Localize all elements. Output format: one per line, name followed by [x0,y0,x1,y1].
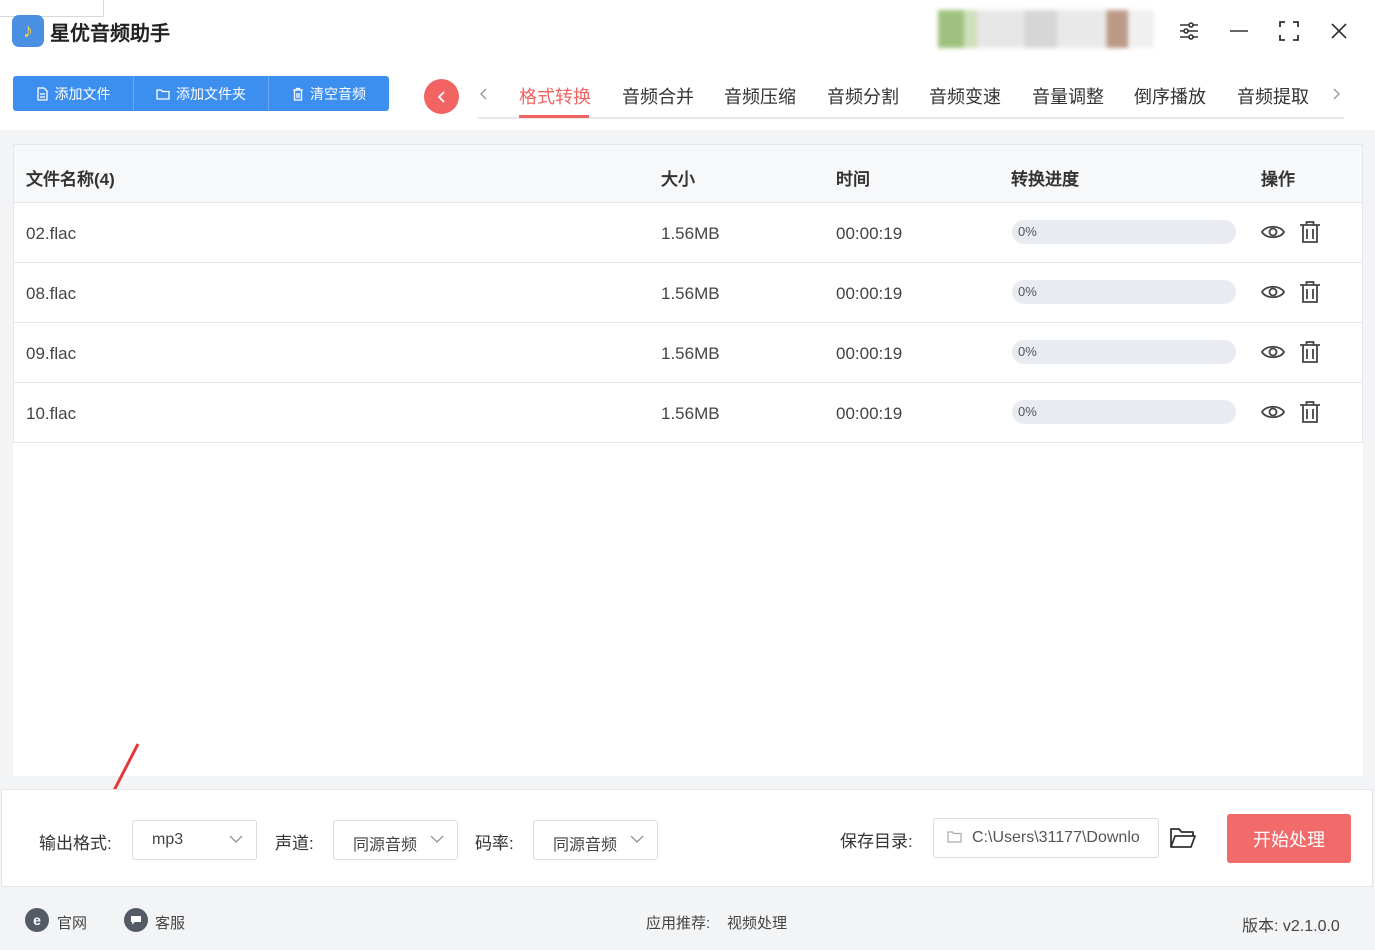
output-format-label: 输出格式: [39,834,112,853]
chevron-down-icon [429,829,445,854]
add-file-label: 添加文件 [54,85,111,102]
output-format-select[interactable]: mp3 [132,820,257,860]
output-settings-panel: 输出格式: mp3 声道: 同源音频 码率: 同源音频 保存目录: C:\Use… [1,789,1373,887]
chevron-down-icon [629,829,645,854]
tab-volume-adjust[interactable]: 音量调整 [1032,83,1104,109]
channel-value: 同源音频 [353,837,418,854]
app-logo-icon: ♪ [12,15,44,47]
progress-text: 0% [1018,404,1037,419]
table-row[interactable]: 08.flac 1.56MB 00:00:19 0% [13,263,1363,323]
file-toolbar: 添加文件 添加文件夹 清空音频 [13,76,389,111]
chevron-left-icon [437,90,445,103]
bitrate-label: 码率: [475,834,514,853]
file-duration: 00:00:19 [836,284,903,303]
bitrate-select[interactable]: 同源音频 [533,820,658,860]
header-progress: 转换进度 [1011,170,1079,189]
file-name: 10.flac [26,404,77,423]
progress-text: 0% [1018,224,1037,239]
clear-audio-button[interactable]: 清空音频 [269,76,389,111]
preview-eye-icon[interactable] [1260,279,1286,305]
channel-select[interactable]: 同源音频 [333,820,458,860]
header-action: 操作 [1261,170,1295,189]
table-header: 文件名称(4) 大小 时间 转换进度 操作 [13,144,1363,203]
preview-eye-icon[interactable] [1260,399,1286,425]
table-row[interactable]: 09.flac 1.56MB 00:00:19 0% [13,323,1363,383]
tab-audio-extract[interactable]: 音频提取 [1237,83,1309,109]
tab-audio-merge[interactable]: 音频合并 [622,83,694,109]
customer-service-link[interactable]: 客服 [155,912,185,933]
footer-bar: e 官网 客服 应用推荐: 视频处理 版本: v2.1.0.0 [0,892,1375,950]
add-file-button[interactable]: 添加文件 [13,76,134,111]
file-table: 文件名称(4) 大小 时间 转换进度 操作 02.flac 1.56MB 00:… [13,144,1363,776]
file-size: 1.56MB [661,224,720,243]
delete-trash-icon[interactable] [1297,279,1323,305]
progress-bar: 0% [1012,400,1236,424]
version-text: 版本: v2.1.0.0 [1242,918,1340,935]
feature-tabs: 格式转换 音频合并 音频压缩 音频分割 音频变速 音量调整 倒序播放 音频提取 [478,78,1344,119]
top-bar: ♪ 星优音频助手 添加文件 添加文件夹 清空音频 格式转换 音频合并 音频压缩 … [0,0,1375,130]
file-name: 08.flac [26,284,77,303]
save-dir-label: 保存目录: [840,832,913,851]
app-title: 星优音频助手 [50,23,170,45]
clear-audio-label: 清空音频 [310,85,366,102]
recommend-label: 应用推荐: [646,915,711,932]
channel-label: 声道: [275,834,314,853]
website-e-icon[interactable]: e [25,908,49,932]
tab-reverse-play[interactable]: 倒序播放 [1134,83,1206,109]
trash-icon [293,87,303,101]
file-duration: 00:00:19 [836,224,903,243]
tab-audio-speed[interactable]: 音频变速 [929,83,1001,109]
start-processing-button[interactable]: 开始处理 [1227,814,1351,863]
folder-icon [947,830,962,848]
tab-audio-split[interactable]: 音频分割 [827,83,899,109]
file-size: 1.56MB [661,404,720,423]
file-duration: 00:00:19 [836,404,903,423]
tab-audio-compress[interactable]: 音频压缩 [724,83,796,109]
chevron-down-icon [228,829,244,854]
website-link[interactable]: 官网 [57,912,87,933]
table-row[interactable]: 10.flac 1.56MB 00:00:19 0% [13,383,1363,443]
add-folder-button[interactable]: 添加文件夹 [134,76,269,111]
progress-text: 0% [1018,284,1037,299]
save-path-text: C:\Users\31177\Downlo [972,829,1140,846]
delete-trash-icon[interactable] [1297,219,1323,245]
header-size: 大小 [661,170,695,189]
folder-icon [156,88,170,100]
output-format-value: mp3 [152,831,184,848]
add-folder-label: 添加文件夹 [176,85,246,102]
user-avatar[interactable] [938,10,1154,48]
file-duration: 00:00:19 [836,344,903,363]
tab-format-convert[interactable]: 格式转换 [519,83,591,109]
active-tab-indicator [519,115,589,118]
file-name: 09.flac [26,344,77,363]
collapse-button[interactable] [424,79,459,114]
chat-bubble-icon[interactable] [124,908,148,932]
maximize-icon[interactable] [1272,14,1306,48]
file-size: 1.56MB [661,284,720,303]
settings-icon[interactable] [1172,14,1206,48]
progress-text: 0% [1018,344,1037,359]
progress-bar: 0% [1012,280,1236,304]
file-name: 02.flac [26,224,77,243]
close-icon[interactable] [1322,14,1356,48]
delete-trash-icon[interactable] [1297,399,1323,425]
recommend-video-link[interactable]: 视频处理 [727,912,787,933]
file-icon [36,86,48,101]
save-path-input[interactable]: C:\Users\31177\Downlo [933,818,1159,858]
tabs-prev-icon[interactable] [478,84,490,110]
file-size: 1.56MB [661,344,720,363]
preview-eye-icon[interactable] [1260,219,1286,245]
open-folder-icon[interactable] [1169,826,1197,855]
preview-eye-icon[interactable] [1260,339,1286,365]
table-row[interactable]: 02.flac 1.56MB 00:00:19 0% [13,203,1363,263]
logo-glyph: ♪ [23,19,33,42]
progress-bar: 0% [1012,220,1236,244]
header-filename: 文件名称(4) [26,170,115,189]
minimize-icon[interactable] [1222,14,1256,48]
header-time: 时间 [836,170,870,189]
delete-trash-icon[interactable] [1297,339,1323,365]
tabs-next-icon[interactable] [1330,84,1342,110]
bitrate-value: 同源音频 [553,837,618,854]
progress-bar: 0% [1012,340,1236,364]
